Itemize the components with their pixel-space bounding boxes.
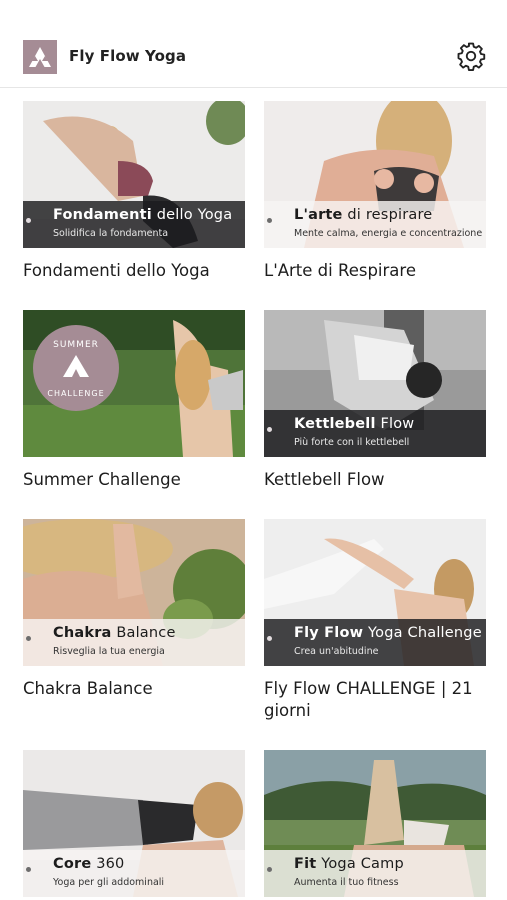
program-title: L'arte di respirare — [294, 207, 433, 223]
program-title: Fondamenti dello Yoga — [53, 207, 233, 223]
bullet-dot — [267, 427, 272, 432]
program-thumbnail: L'arte di respirare Mente calma, energia… — [264, 101, 486, 248]
program-card-summer-challenge[interactable]: SUMMER CHALLENGE Summer Challenge — [23, 310, 245, 500]
program-card-fly-flow-challenge[interactable]: Fly Flow Yoga Challenge Crea un'abitudin… — [264, 519, 486, 729]
app-header: Fly Flow Yoga — [0, 0, 507, 88]
program-thumbnail: Core 360 Yoga per gli addominali — [23, 750, 245, 897]
bullet-dot — [26, 867, 31, 872]
program-card-fit-yoga-camp[interactable]: Fit Yoga Camp Aumenta il tuo fitness — [264, 750, 486, 897]
summer-challenge-badge: SUMMER CHALLENGE — [33, 325, 119, 411]
program-subtitle: Mente calma, energia e concentrazione — [294, 228, 483, 239]
bullet-dot — [267, 867, 272, 872]
program-subtitle: Risveglia la tua energia — [53, 646, 165, 657]
program-caption: Kettlebell Flow — [264, 470, 385, 489]
program-band: L'arte di respirare Mente calma, energia… — [264, 201, 486, 248]
bullet-dot — [26, 218, 31, 223]
program-card-arte-respirare[interactable]: L'arte di respirare Mente calma, energia… — [264, 101, 486, 291]
program-card-core-360[interactable]: Core 360 Yoga per gli addominali — [23, 750, 245, 897]
gear-icon — [457, 42, 486, 71]
program-band: Fly Flow Yoga Challenge Crea un'abitudin… — [264, 619, 486, 666]
program-caption: L'Arte di Respirare — [264, 261, 416, 280]
program-band: Chakra Balance Risveglia la tua energia — [23, 619, 245, 666]
program-subtitle: Yoga per gli addominali — [53, 877, 165, 888]
program-band: Core 360 Yoga per gli addominali — [23, 850, 245, 897]
program-thumbnail: SUMMER CHALLENGE — [23, 310, 245, 457]
program-title: Kettlebell Flow — [294, 416, 415, 432]
program-band: Fit Yoga Camp Aumenta il tuo fitness — [264, 850, 486, 897]
program-caption: Summer Challenge — [23, 470, 181, 489]
bullet-dot — [267, 636, 272, 641]
program-caption: Fondamenti dello Yoga — [23, 261, 210, 280]
program-title: Fly Flow Yoga Challenge — [294, 625, 482, 641]
program-thumbnail: Kettlebell Flow Più forte con il kettleb… — [264, 310, 486, 457]
program-card-kettlebell-flow[interactable]: Kettlebell Flow Più forte con il kettleb… — [264, 310, 486, 500]
triangle-logo-icon — [29, 47, 51, 67]
program-band: Kettlebell Flow Più forte con il kettleb… — [264, 410, 486, 457]
program-caption: Chakra Balance — [23, 679, 153, 698]
program-title: Chakra Balance — [53, 625, 176, 641]
settings-button[interactable] — [455, 40, 487, 72]
program-caption: Fly Flow CHALLENGE | 21 giorni — [264, 679, 473, 720]
program-thumbnail: Chakra Balance Risveglia la tua energia — [23, 519, 245, 666]
program-subtitle: Crea un'abitudine — [294, 646, 379, 657]
bullet-dot — [267, 218, 272, 223]
program-subtitle: Più forte con il kettlebell — [294, 437, 410, 448]
program-band: Fondamenti dello Yoga Solidifica la fond… — [23, 201, 245, 248]
app-logo — [23, 40, 57, 74]
badge-text-top: SUMMER — [53, 340, 99, 350]
program-thumbnail: Fondamenti dello Yoga Solidifica la fond… — [23, 101, 245, 248]
program-card-chakra-balance[interactable]: Chakra Balance Risveglia la tua energia … — [23, 519, 245, 709]
program-title: Core 360 — [53, 856, 125, 872]
program-card-fondamenti[interactable]: Fondamenti dello Yoga Solidifica la fond… — [23, 101, 245, 291]
program-title: Fit Yoga Camp — [294, 856, 404, 872]
program-subtitle: Solidifica la fondamenta — [53, 228, 169, 239]
program-thumbnail: Fly Flow Yoga Challenge Crea un'abitudin… — [264, 519, 486, 666]
badge-text-bottom: CHALLENGE — [47, 389, 104, 398]
bullet-dot — [26, 636, 31, 641]
program-thumbnail: Fit Yoga Camp Aumenta il tuo fitness — [264, 750, 486, 897]
program-subtitle: Aumenta il tuo fitness — [294, 877, 399, 888]
app-title: Fly Flow Yoga — [69, 47, 187, 65]
